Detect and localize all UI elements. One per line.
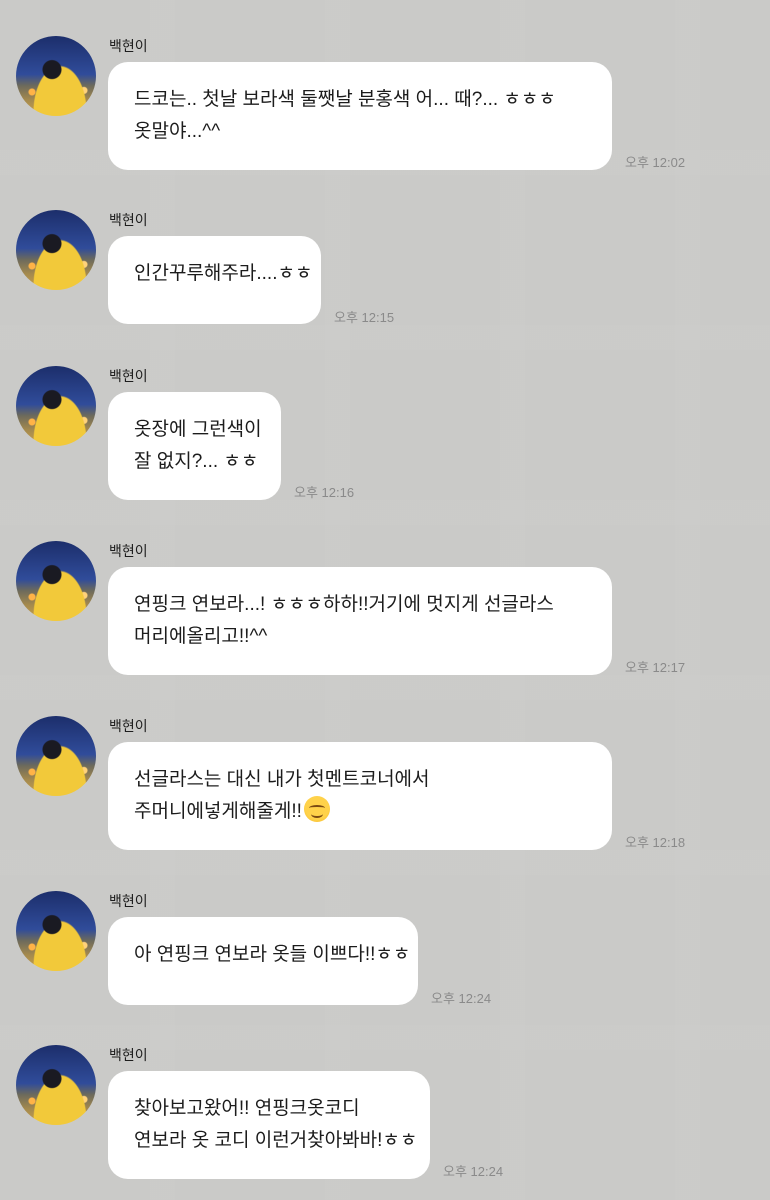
message-bubble[interactable]: 드코는.. 첫날 보라색 둘쨋날 분홍색 어... 때?... ㅎㅎㅎ 옷말야.… xyxy=(108,62,612,170)
message-time: 오후 12:15 xyxy=(334,310,395,325)
message-bubble[interactable]: 인간꾸루해주라....ㅎㅎ xyxy=(108,236,321,324)
message-text: 인간꾸루해주라....ㅎㅎ xyxy=(134,263,313,284)
message-bubble[interactable]: 아 연핑크 연보라 옷들 이쁘다!!ㅎㅎ xyxy=(108,917,418,1005)
message-text: 옷말야...^^ xyxy=(134,121,221,142)
sender-name: 백현이 xyxy=(109,1048,148,1064)
avatar[interactable] xyxy=(16,541,96,621)
smiling-face-icon xyxy=(303,796,330,822)
message-time: 오후 12:24 xyxy=(443,1164,504,1179)
message-time: 오후 12:18 xyxy=(625,835,686,850)
message-text: 드코는.. 첫날 보라색 둘쨋날 분홍색 어... 때?... ㅎㅎㅎ xyxy=(134,89,556,110)
message-text: 아 연핑크 연보라 옷들 이쁘다!!ㅎㅎ xyxy=(134,944,411,965)
message-text: 연보라 옷 코디 이런거찾아봐바!ㅎㅎ xyxy=(134,1130,418,1151)
message-text: 선글라스는 대신 내가 첫멘트코너에서 xyxy=(134,769,430,790)
message-bubble[interactable]: 옷장에 그런색이 잘 없지?... ㅎㅎ xyxy=(108,392,281,500)
message-text: 찾아보고왔어!! 연핑크옷코디 xyxy=(134,1098,360,1119)
message-time: 오후 12:24 xyxy=(431,991,492,1006)
message-text: 연핑크 연보라...! ㅎㅎㅎ하하!!거기에 멋지게 선글라스 xyxy=(134,594,554,615)
message-bubble[interactable]: 연핑크 연보라...! ㅎㅎㅎ하하!!거기에 멋지게 선글라스 머리에올리고!!… xyxy=(108,567,612,675)
avatar[interactable] xyxy=(16,366,96,446)
sender-name: 백현이 xyxy=(109,39,148,55)
avatar[interactable] xyxy=(16,1045,96,1125)
message-text: 머리에올리고!!^^ xyxy=(134,626,268,647)
sender-name: 백현이 xyxy=(109,544,148,560)
message-bubble[interactable]: 찾아보고왔어!! 연핑크옷코디 연보라 옷 코디 이런거찾아봐바!ㅎㅎ xyxy=(108,1071,430,1179)
message-text: 잘 없지?... ㅎㅎ xyxy=(134,451,259,472)
message-text: 옷장에 그런색이 xyxy=(134,419,262,440)
message-time: 오후 12:17 xyxy=(625,660,686,675)
avatar[interactable] xyxy=(16,36,96,116)
avatar[interactable] xyxy=(16,891,96,971)
message-time: 오후 12:02 xyxy=(625,155,686,170)
avatar[interactable] xyxy=(16,716,96,796)
message-text: 주머니에넣게해줄게!! xyxy=(134,801,302,822)
sender-name: 백현이 xyxy=(109,719,148,735)
sender-name: 백현이 xyxy=(109,213,148,229)
sender-name: 백현이 xyxy=(109,894,148,910)
sender-name: 백현이 xyxy=(109,369,148,385)
avatar[interactable] xyxy=(16,210,96,290)
message-bubble[interactable]: 선글라스는 대신 내가 첫멘트코너에서 주머니에넣게해줄게!! xyxy=(108,742,612,850)
message-time: 오후 12:16 xyxy=(294,485,355,500)
